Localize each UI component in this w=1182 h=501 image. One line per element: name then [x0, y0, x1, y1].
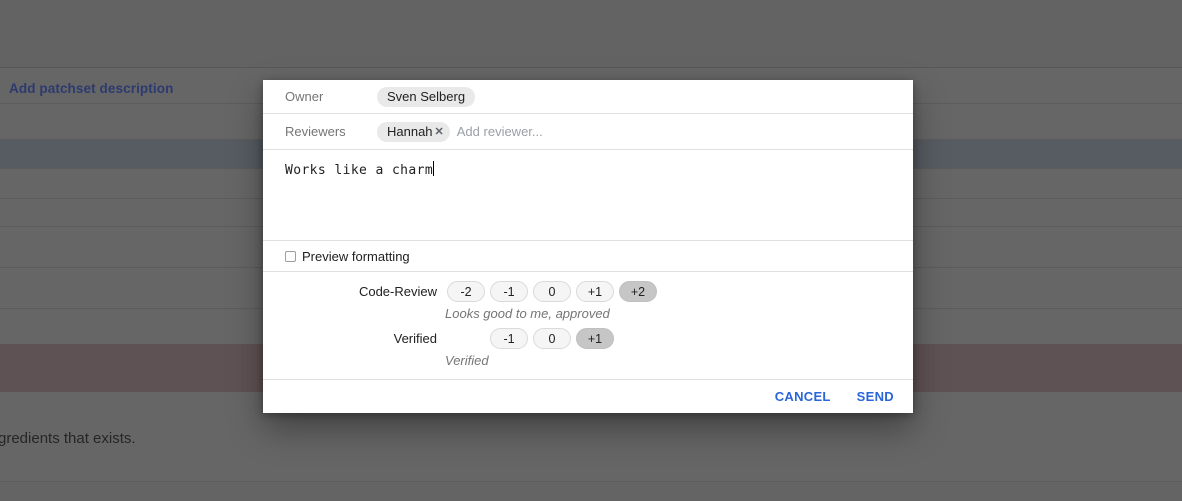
verified-label: Verified: [263, 331, 437, 346]
vote-button-plus2-selected[interactable]: +2: [619, 281, 657, 302]
code-review-vote-row: Code-Review -2 -1 0 +1 +2: [263, 281, 913, 302]
cancel-button[interactable]: CANCEL: [775, 389, 831, 404]
text-cursor: [433, 161, 434, 176]
vote-button-minus2[interactable]: -2: [447, 281, 485, 302]
preview-formatting-label: Preview formatting: [302, 249, 410, 264]
owner-chip[interactable]: Sven Selberg: [377, 87, 475, 107]
reviewers-label: Reviewers: [285, 124, 377, 139]
footer-area: [0, 482, 1182, 501]
code-review-label: Code-Review: [263, 284, 437, 299]
vote-button-zero[interactable]: 0: [533, 328, 571, 349]
reviewer-chip[interactable]: Hannah ✕: [377, 122, 450, 142]
vote-button-plus1-selected[interactable]: +1: [576, 328, 614, 349]
commit-message-text: gredients that exists.: [0, 430, 136, 447]
vote-button-minus1[interactable]: -1: [490, 328, 528, 349]
send-button[interactable]: SEND: [857, 389, 894, 404]
vote-button-zero[interactable]: 0: [533, 281, 571, 302]
owner-label: Owner: [285, 89, 377, 104]
code-review-description: Looks good to me, approved: [445, 306, 913, 321]
preview-formatting-checkbox[interactable]: [285, 251, 296, 262]
add-reviewer-input[interactable]: Add reviewer...: [457, 124, 543, 139]
vote-button-minus1[interactable]: -1: [490, 281, 528, 302]
code-review-options: -2 -1 0 +1 +2: [447, 281, 657, 302]
verified-description: Verified: [445, 353, 913, 368]
background-toolbar: [0, 0, 1182, 68]
remove-reviewer-icon[interactable]: ✕: [435, 122, 444, 142]
verified-vote-row: Verified -1 0 +1: [263, 328, 913, 349]
vote-button-plus1[interactable]: +1: [576, 281, 614, 302]
message-text: Works like a charm: [285, 163, 433, 178]
message-textarea[interactable]: Works like a charm: [263, 150, 913, 241]
reply-dialog: Owner Sven Selberg Reviewers Hannah ✕ Ad…: [263, 80, 913, 413]
verified-options: -1 0 +1: [490, 328, 614, 349]
preview-formatting-row: Preview formatting: [263, 241, 913, 272]
owner-row: Owner Sven Selberg: [263, 80, 913, 114]
reviewers-row: Reviewers Hannah ✕ Add reviewer...: [263, 114, 913, 150]
reviewer-chip-label: Hannah: [387, 122, 433, 142]
votes-section: Code-Review -2 -1 0 +1 +2 Looks good to …: [263, 272, 913, 380]
add-patchset-description-link[interactable]: Add patchset description: [9, 81, 173, 96]
owner-chip-label: Sven Selberg: [387, 87, 465, 107]
dialog-actions: CANCEL SEND: [263, 380, 913, 413]
